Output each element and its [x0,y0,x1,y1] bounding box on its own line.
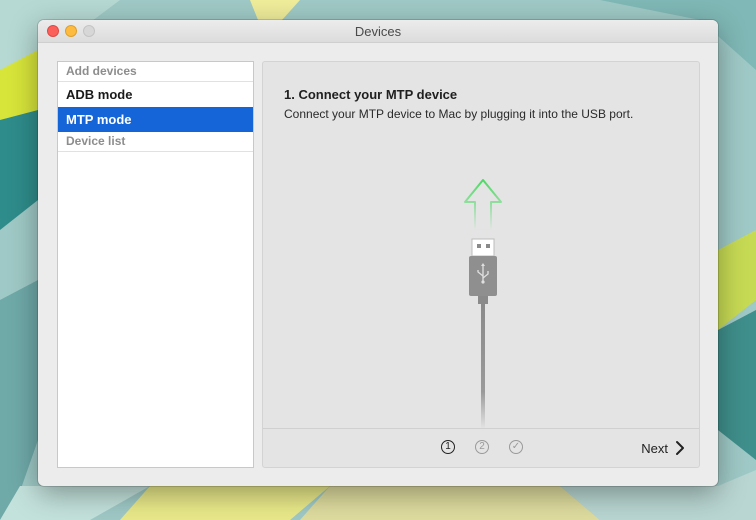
sidebar-section-add-devices: Add devices [58,62,253,82]
sidebar-item-mtp-mode[interactable]: MTP mode [58,107,253,132]
step-description: Connect your MTP device to Mac by pluggi… [284,107,634,121]
next-button-label: Next [641,440,668,456]
devices-window: Devices Add devices ADB mode MTP mode De… [38,20,718,486]
window-title: Devices [354,24,402,39]
usb-connect-illustration [464,179,502,429]
chevron-right-icon [676,441,684,455]
step-indicator-2: 2 [475,440,489,454]
upload-arrow-icon [464,179,502,231]
next-button[interactable]: Next [641,437,685,459]
step-indicator-1: 1 [441,440,455,454]
sidebar-item-adb-mode[interactable]: ADB mode [58,82,253,107]
sidebar: Add devices ADB mode MTP mode Device lis… [57,61,254,468]
sidebar-section-device-list: Device list [58,132,253,152]
step-title: 1. Connect your MTP device [284,87,458,102]
check-icon: ✓ [509,440,523,454]
step-panel: 1. Connect your MTP device Connect your … [262,61,700,468]
title-bar[interactable]: Devices [38,20,718,43]
usb-cable [481,304,485,429]
wizard-footer: 1 2 ✓ Next [263,428,699,467]
